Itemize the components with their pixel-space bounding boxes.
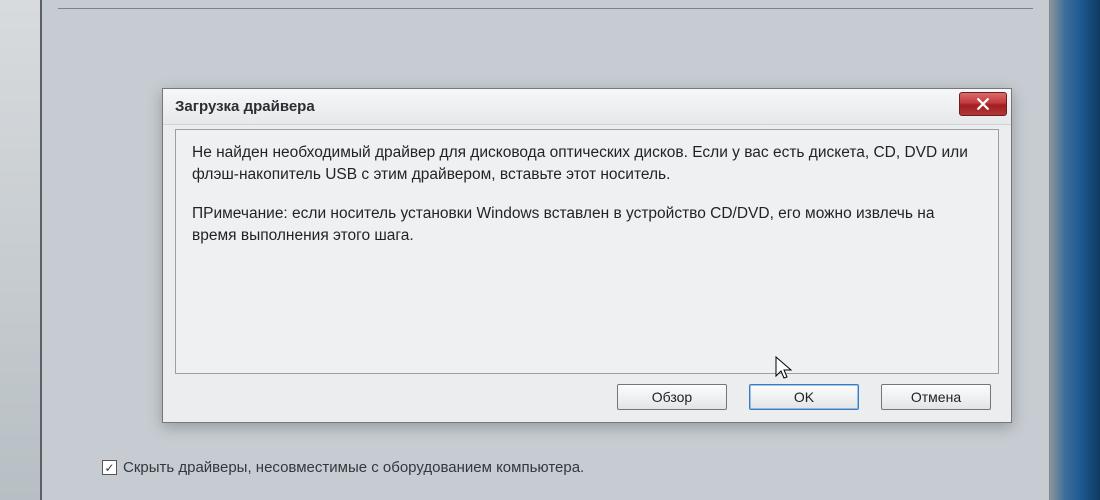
dialog-content: Не найден необходимый драйвер для дисков… xyxy=(175,129,999,374)
desktop-right-edge xyxy=(1050,0,1100,500)
message-line-2: ПРимечание: если носитель установки Wind… xyxy=(192,203,982,246)
load-driver-dialog: Загрузка драйвера Не найден необходимый … xyxy=(162,88,1012,423)
ok-button[interactable]: OK xyxy=(749,384,859,410)
divider xyxy=(58,8,1033,9)
browse-button[interactable]: Обзор xyxy=(617,384,727,410)
dialog-title-bar: Загрузка драйвера xyxy=(163,89,1011,125)
dialog-title: Загрузка драйвера xyxy=(175,98,315,115)
cancel-button[interactable]: Отмена xyxy=(881,384,991,410)
installer-window-frame: Загрузка драйвера Не найден необходимый … xyxy=(40,0,1050,500)
close-button[interactable] xyxy=(959,92,1007,116)
dialog-message: Не найден необходимый драйвер для дисков… xyxy=(192,142,982,247)
message-line-1: Не найден необходимый драйвер для дисков… xyxy=(192,142,982,185)
close-icon xyxy=(977,98,989,110)
dialog-button-row: Обзор OK Отмена xyxy=(163,374,1011,410)
hide-incompatible-label: Скрыть драйверы, несовместимые с оборудо… xyxy=(123,459,584,476)
checkbox-icon: ✓ xyxy=(102,460,117,475)
hide-incompatible-drivers-checkbox[interactable]: ✓ Скрыть драйверы, несовместимые с обору… xyxy=(102,459,584,476)
